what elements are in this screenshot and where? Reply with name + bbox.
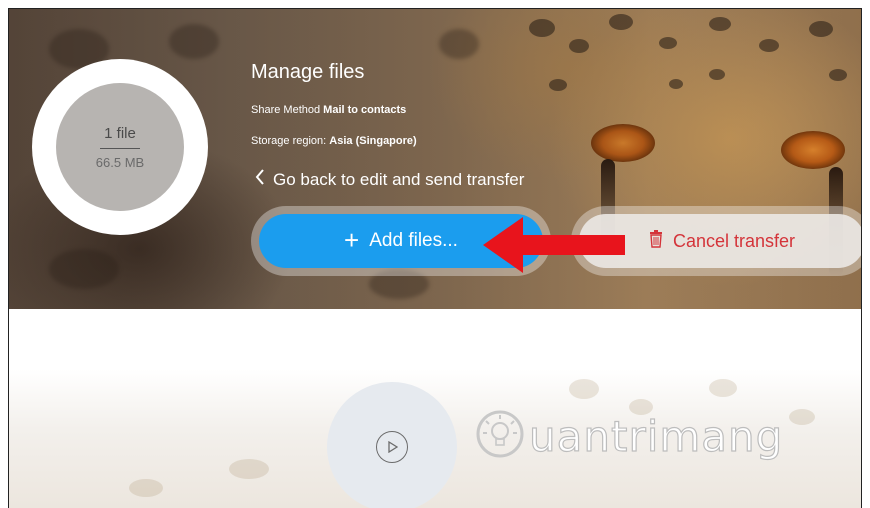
file-summary-inner: 1 file 66.5 MB [56,83,184,211]
play-icon[interactable] [376,431,408,463]
annotation-arrow-icon [479,215,629,280]
storage-region: Storage region: Asia (Singapore) [251,135,417,147]
watermark-text: uantrimang [528,411,784,461]
plus-icon: + [344,225,360,255]
back-link-label: Go back to edit and send transfer [273,169,525,189]
page-title: Manage files [251,61,365,83]
decor-spot [229,459,269,479]
storage-region-label: Storage region: [251,135,327,147]
file-size: 66.5 MB [95,154,145,170]
trash-icon [649,229,663,253]
lightbulb-icon [475,409,525,464]
back-to-edit-link[interactable]: Go back to edit and send transfer [255,169,524,190]
file-count: 1 file [100,125,140,149]
preview-area: uantrimang [9,309,861,508]
video-preview-circle [327,382,457,508]
chevron-left-icon [255,169,265,190]
share-method-label: Share Method [251,104,321,116]
decor-spot [569,379,599,399]
decor-spot [709,379,737,397]
cancel-transfer-label: Cancel transfer [672,230,796,251]
share-method-value: Mail to contacts [323,104,407,116]
share-method: Share Method Mail to contacts [251,104,406,116]
hero-background: 1 file 66.5 MB Manage files Share Method… [9,9,861,309]
app-frame: 1 file 66.5 MB Manage files Share Method… [8,8,862,508]
watermark: uantrimang [475,409,783,464]
storage-region-value: Asia (Singapore) [329,135,417,147]
add-files-label: Add files... [369,230,458,251]
file-summary-circle: 1 file 66.5 MB [32,59,208,235]
decor-spot [789,409,815,425]
decor-spot [129,479,163,497]
